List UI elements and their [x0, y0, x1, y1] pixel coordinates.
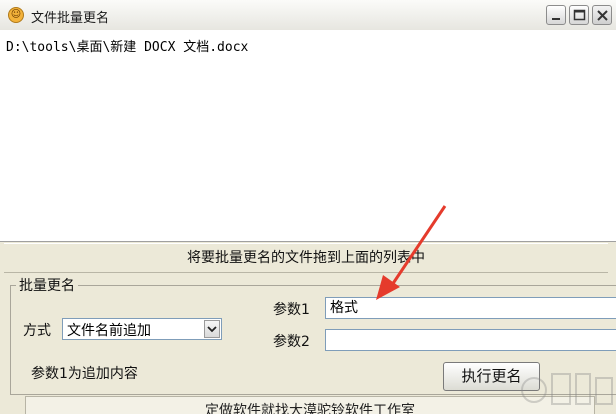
param2-label: 参数2: [273, 334, 310, 350]
param1-input[interactable]: 格式: [325, 297, 616, 319]
footer-text: 定做软件就找大漠驼铃软件工作室: [205, 403, 415, 414]
mode-select[interactable]: 文件名前追加: [62, 318, 222, 340]
dropdown-arrow-button[interactable]: [204, 320, 220, 338]
mode-label: 方式: [23, 323, 51, 339]
minimize-button[interactable]: [546, 5, 566, 25]
title-bar[interactable]: ☺ 文件批量更名: [0, 0, 616, 31]
drop-hint: 将要批量更名的文件拖到上面的列表中: [4, 243, 608, 273]
minimize-icon: [552, 18, 560, 20]
footer-link-bar[interactable]: 定做软件就找大漠驼铃软件工作室: [25, 396, 595, 414]
batch-rename-legend: 批量更名: [16, 275, 78, 295]
mode-select-value: 文件名前追加: [67, 323, 151, 339]
file-list[interactable]: D:\tools\桌面\新建 DOCX 文档.docx: [0, 30, 616, 242]
app-face-icon: ☺: [8, 7, 24, 23]
file-list-item[interactable]: D:\tools\桌面\新建 DOCX 文档.docx: [6, 36, 248, 55]
param2-input[interactable]: [325, 329, 616, 351]
param-hint: 参数1为追加内容: [31, 366, 138, 382]
maximize-icon: [573, 9, 586, 21]
close-icon: [597, 10, 608, 21]
close-button[interactable]: [592, 5, 612, 25]
main-window: ☺ 文件批量更名 D:\tools\桌面\新建 DOCX 文档.docx 将要批…: [0, 0, 616, 414]
maximize-button[interactable]: [569, 5, 589, 25]
window-title: 文件批量更名: [31, 11, 110, 26]
param1-label: 参数1: [273, 302, 310, 318]
watermark-logo-icon: [521, 373, 613, 405]
chevron-down-icon: [207, 326, 217, 333]
